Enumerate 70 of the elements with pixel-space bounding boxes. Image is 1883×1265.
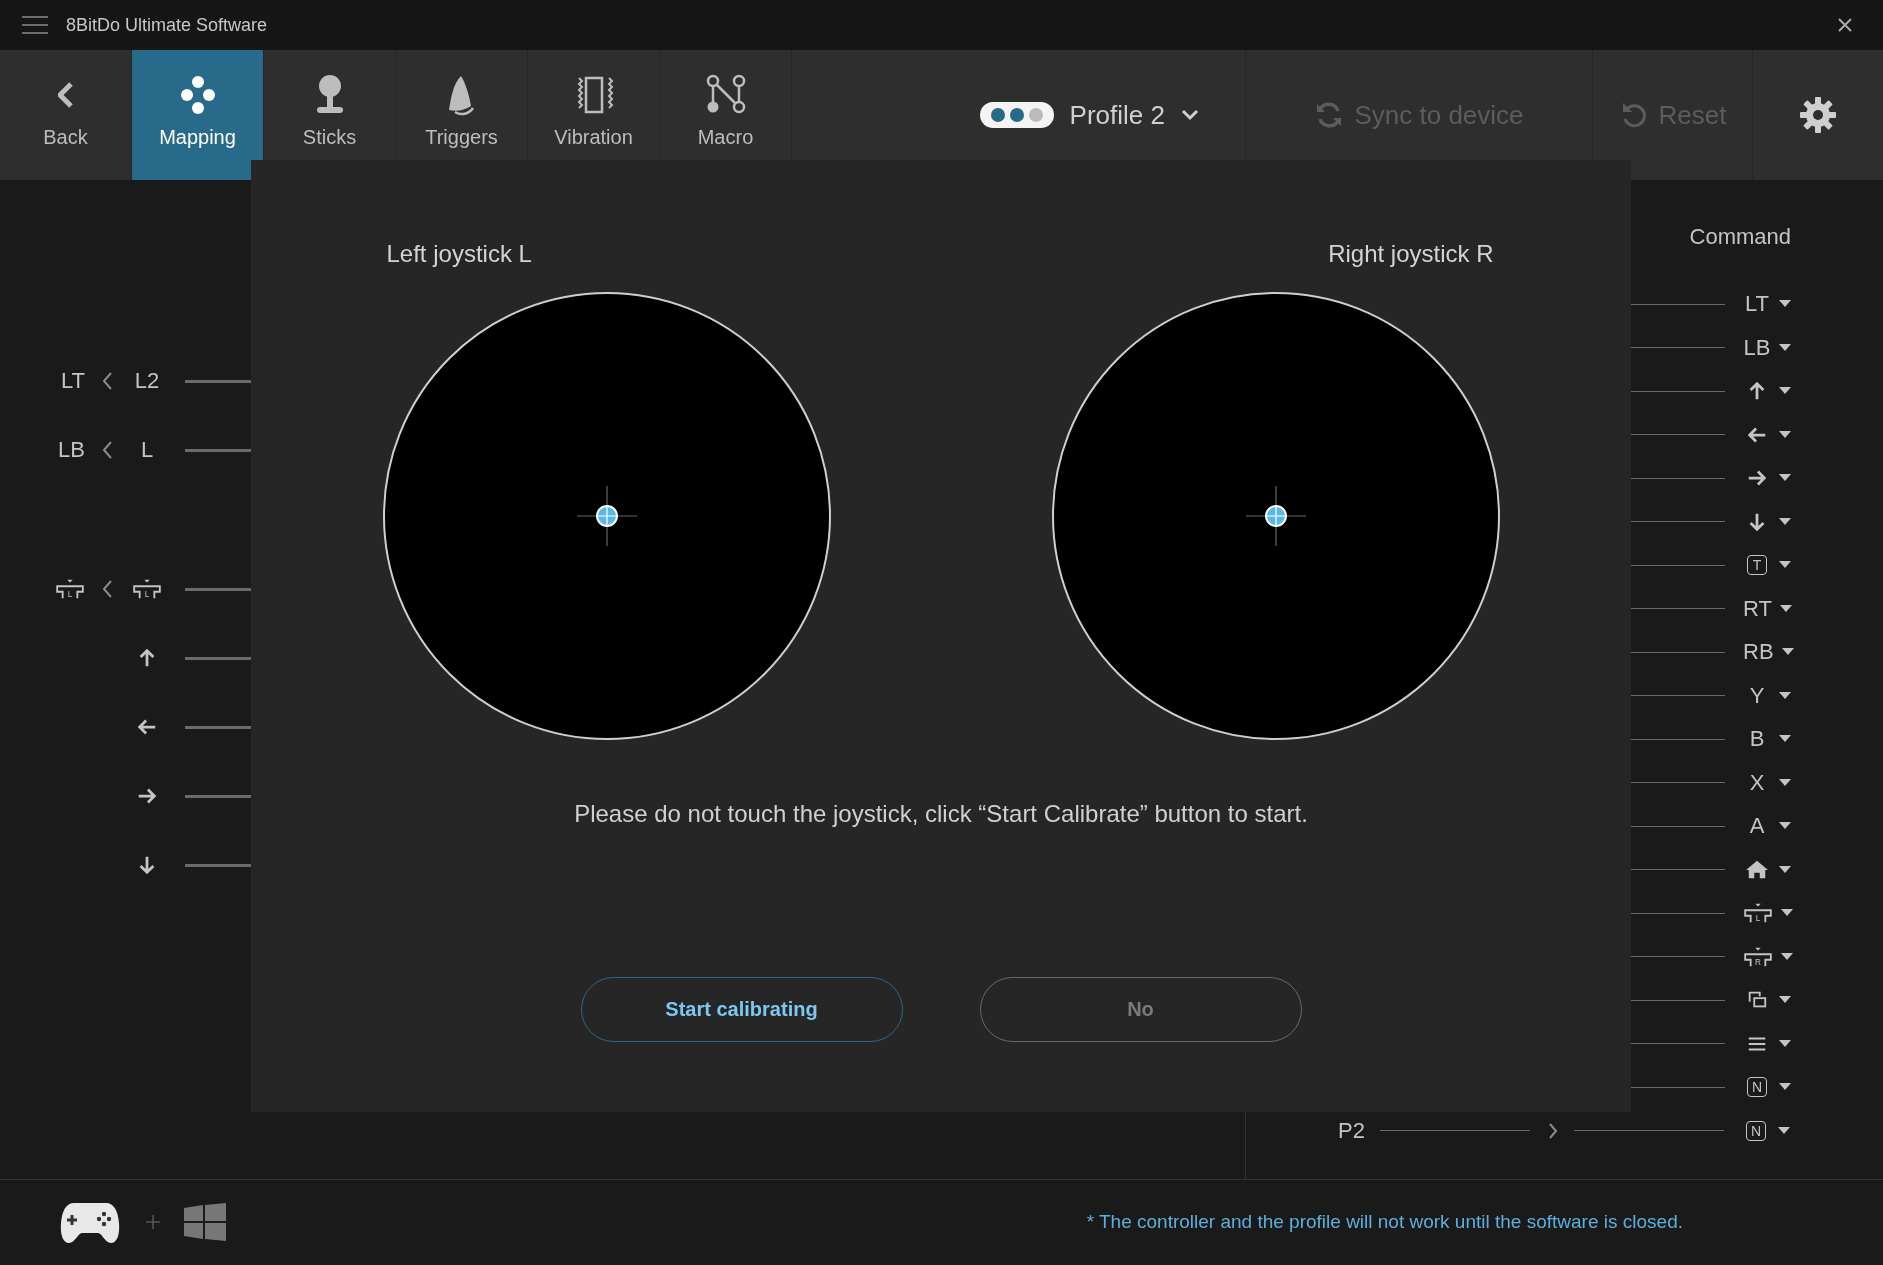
caret-icon <box>1779 996 1791 1004</box>
command-dropdown[interactable]: RB <box>1735 639 1799 665</box>
menu-icon[interactable] <box>22 16 48 34</box>
crosshair-icon <box>1245 486 1306 546</box>
caret-icon <box>1779 735 1791 743</box>
settings-icon <box>1798 95 1838 135</box>
close-icon[interactable] <box>1837 17 1853 33</box>
chevron-right-icon <box>1548 1121 1558 1140</box>
caret-icon <box>1779 474 1791 482</box>
caret-icon <box>1778 1126 1790 1135</box>
connector-line <box>185 725 251 729</box>
command-dropdown[interactable]: RT <box>1735 595 1799 622</box>
caret-icon <box>1779 691 1791 700</box>
chevron-left-icon <box>57 82 74 108</box>
button-label: LT <box>60 368 85 394</box>
key-badge: N <box>1747 1077 1767 1097</box>
chevron-left-icon <box>101 579 113 599</box>
info-note: * The controller and the profile will not work until the software is closed. <box>1086 1211 1683 1233</box>
caret-icon <box>1779 1039 1791 1048</box>
caret-icon <box>1779 604 1792 613</box>
crosshair-icon <box>576 486 637 546</box>
button-label: L <box>140 437 154 463</box>
caret-icon <box>1781 648 1794 656</box>
caret-icon <box>1779 561 1791 569</box>
command-dropdown[interactable]: R <box>1735 945 1799 968</box>
plus-icon <box>146 1215 160 1229</box>
column-header: Command <box>1689 224 1791 250</box>
caret-icon <box>1781 909 1793 917</box>
command-dropdown[interactable]: B <box>1735 726 1799 752</box>
connector-line <box>185 587 251 591</box>
command-dropdown[interactable]: X <box>1735 769 1799 796</box>
caret-icon <box>1781 952 1793 961</box>
caret-icon <box>1779 517 1791 526</box>
button-label: L2 <box>134 368 160 394</box>
chevron-left-icon <box>101 440 113 460</box>
connector-line <box>185 656 251 660</box>
key-badge: T <box>1747 555 1767 575</box>
command-dropdown[interactable]: T <box>1735 555 1799 575</box>
caret-icon <box>1779 865 1791 874</box>
toolbar-tab[interactable]: Mapping <box>132 50 264 180</box>
caret-icon <box>1779 778 1791 787</box>
windows-icon <box>184 1203 226 1241</box>
button-label: P2 <box>1338 1117 1366 1144</box>
window-title: 8BitDo Ultimate Software <box>66 14 269 36</box>
command-dropdown[interactable]: A <box>1735 813 1799 839</box>
command-dropdown[interactable]: Y <box>1735 682 1799 709</box>
chevron-down-icon <box>1181 109 1199 121</box>
caret-icon <box>1779 430 1791 439</box>
profile-dropdown[interactable]: Profile 2 <box>973 98 1205 132</box>
caret-icon <box>1779 300 1791 308</box>
caret-icon <box>1779 387 1791 395</box>
connector-line <box>185 448 251 452</box>
home-icon <box>1746 858 1768 881</box>
command-dropdown[interactable]: LT <box>1735 291 1799 317</box>
button-label: LB <box>58 437 85 463</box>
caret-icon <box>1779 1083 1791 1091</box>
connector-line <box>185 379 251 383</box>
joystick-label: Right joystick R <box>1328 240 1494 268</box>
caret-icon <box>1779 343 1791 352</box>
key-badge: N <box>1746 1120 1766 1141</box>
joystick-label: Left joystick L <box>386 240 533 268</box>
connector-line <box>185 794 251 798</box>
command-dropdown[interactable]: L <box>1735 902 1799 924</box>
caret-icon <box>1779 822 1791 830</box>
connector-line <box>185 863 251 867</box>
command-dropdown[interactable]: N <box>1734 1120 1798 1141</box>
instruction-text: Please do not touch the joystick, click “Start Calibrate” button to start. <box>574 800 1308 828</box>
chevron-left-icon <box>101 371 113 391</box>
command-dropdown[interactable]: LB <box>1735 334 1799 361</box>
command-dropdown[interactable]: N <box>1735 1077 1799 1097</box>
